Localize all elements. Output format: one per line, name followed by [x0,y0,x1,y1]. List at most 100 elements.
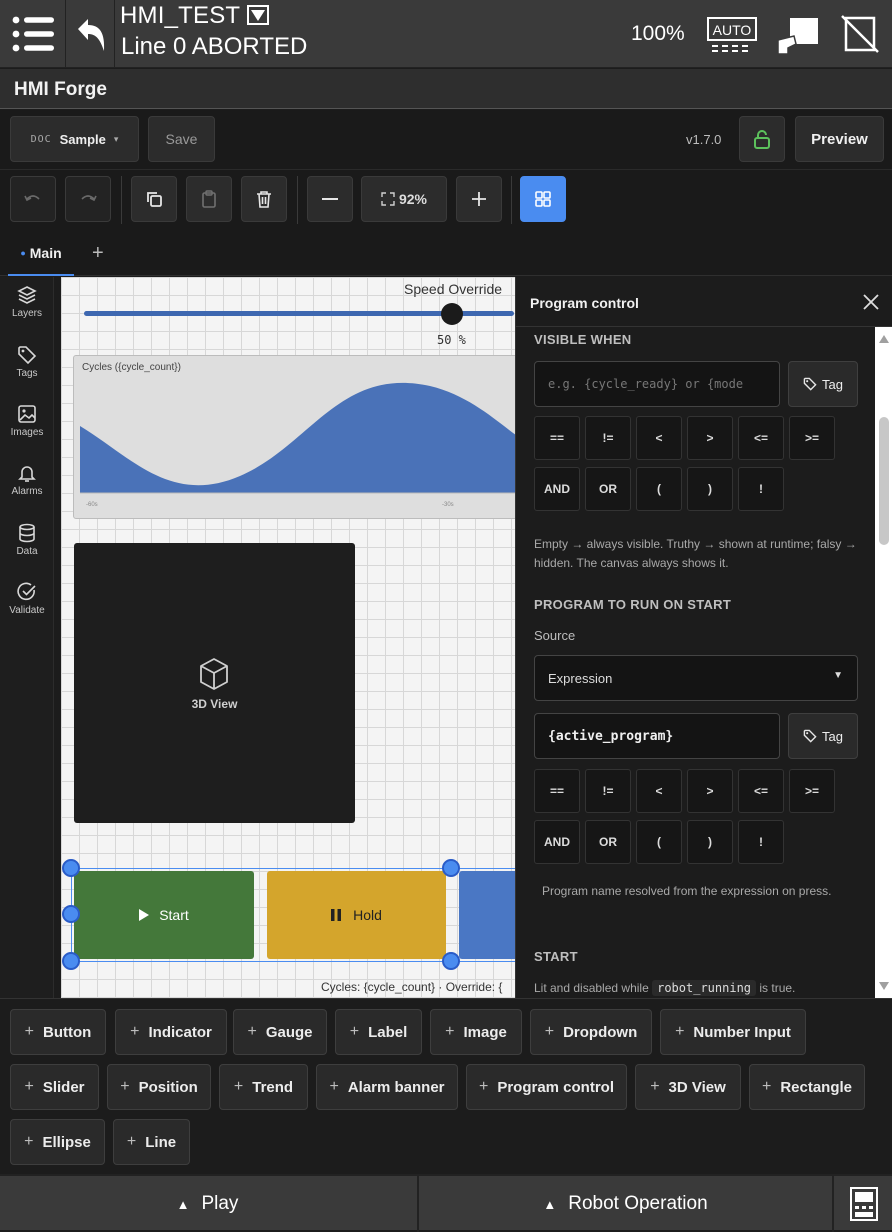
sidebar-item-data[interactable]: Data [0,515,54,571]
add-trend-component[interactable]: + Trend [219,1064,308,1110]
source-select[interactable]: Expression ▼ [534,655,858,701]
add-tab-button[interactable]: + [92,242,104,265]
add-alarm-banner-component[interactable]: + Alarm banner [316,1064,458,1110]
sidebar-item-validate[interactable]: Validate [0,574,54,630]
resize-handle[interactable] [442,952,460,970]
speed-override-value[interactable]: 100% [631,22,685,46]
tag-icon [803,729,817,743]
teach-pendant-icon[interactable] [774,14,820,58]
panel-scrollbar[interactable] [875,327,892,998]
lock-button[interactable] [739,116,785,162]
sidebar-item-images[interactable]: Images [0,396,54,452]
tag-button[interactable]: Tag [788,361,858,407]
operator-button[interactable]: != [585,769,631,813]
scroll-up-icon[interactable] [879,335,889,343]
add-dropdown-component[interactable]: + Dropdown [530,1009,652,1055]
operator-button[interactable]: > [687,416,733,460]
palette-item-label: Dropdown [563,1023,638,1041]
operator-button[interactable]: AND [534,467,580,511]
visible-help-text: Empty → always visible. Truthy → shown a… [534,537,857,570]
plus-icon: + [247,1023,257,1040]
add-3d-view-component[interactable]: +3D View [635,1064,741,1110]
program-name-dropdown[interactable]: HMI_TEST [120,2,269,30]
save-button[interactable]: Save [148,116,215,162]
back-button[interactable] [67,0,115,68]
section-title: PROGRAM TO RUN ON START [534,597,732,612]
operator-button[interactable]: > [687,769,733,813]
slider-thumb[interactable] [441,303,463,325]
document-select[interactable]: DOC Sample ▾ [10,116,139,162]
add-ellipse-component[interactable]: + Ellipse [10,1119,105,1165]
add-label-component[interactable]: + Label [335,1009,422,1055]
3d-view-widget[interactable]: 3D View [74,543,355,823]
robot-operation-button[interactable]: ▲ Robot Operation [417,1176,834,1232]
tag-button[interactable]: Tag [788,713,858,759]
trend-widget[interactable]: Cycles ({cycle_count}) -60s -30s [73,355,515,519]
add-number-input-component[interactable]: + Number Input [660,1009,806,1055]
operator-button[interactable]: == [534,416,580,460]
operator-button[interactable]: == [534,769,580,813]
add-button-component[interactable]: + Button [10,1009,106,1055]
resize-handle[interactable] [442,859,460,877]
sidebar-item-label: Images [10,427,44,438]
plus-icon: + [650,1078,660,1095]
operator-button[interactable]: ( [636,820,682,864]
operator-button[interactable]: AND [534,820,580,864]
grid-toggle-button[interactable] [520,176,566,222]
fit-screen-icon [381,192,395,206]
resize-handle[interactable] [62,905,80,923]
add-position-component[interactable]: + Position [107,1064,211,1110]
add-indicator-component[interactable]: + Indicator [115,1009,227,1055]
add-line-component[interactable]: + Line [113,1119,190,1165]
operator-button[interactable]: < [636,769,682,813]
sidebar-item-tags[interactable]: Tags [0,337,54,393]
close-icon[interactable] [862,293,880,311]
redo-button[interactable] [65,176,111,222]
resize-handle[interactable] [62,859,80,877]
pendant-button[interactable] [836,1176,892,1232]
scrollbar-thumb[interactable] [879,417,889,545]
operator-button[interactable]: ( [636,467,682,511]
delete-button[interactable] [241,176,287,222]
menu-button[interactable] [0,0,66,68]
operator-button[interactable]: < [636,416,682,460]
add-slider-component[interactable]: + Slider [10,1064,99,1110]
operator-button[interactable]: >= [789,416,835,460]
operator-button[interactable]: <= [738,769,784,813]
operator-button[interactable]: <= [738,416,784,460]
plus-icon: + [24,1133,34,1150]
operator-button[interactable]: ! [738,467,784,511]
operator-button[interactable]: >= [789,769,835,813]
no-signal-icon[interactable] [840,14,880,54]
expression-input[interactable]: {active_program} [534,713,780,759]
operator-button[interactable]: != [585,416,631,460]
design-canvas[interactable]: Speed Override 50 % Cycles ({cycle_count… [61,277,515,998]
undo-button[interactable] [10,176,56,222]
visible-when-input[interactable]: e.g. {cycle_ready} or {mode [534,361,780,407]
play-button[interactable]: ▲ Play [0,1176,415,1232]
scroll-down-icon[interactable] [879,982,889,990]
left-sidebar: Layers Tags Images Alarms Data Validate [0,277,54,998]
operator-button[interactable]: ) [687,467,733,511]
preview-button[interactable]: Preview [795,116,884,162]
operator-button[interactable]: ! [738,820,784,864]
operator-button[interactable]: OR [585,467,631,511]
operator-button[interactable]: ) [687,820,733,864]
tab-main[interactable]: ● Main [8,232,74,276]
resize-handle[interactable] [62,952,80,970]
add-rectangle-component[interactable]: + Rectangle [749,1064,865,1110]
sidebar-item-layers[interactable]: Layers [0,277,54,333]
add-program-control-component[interactable]: + Program control [466,1064,627,1110]
paste-button[interactable] [186,176,232,222]
copy-button[interactable] [131,176,177,222]
add-image-component[interactable]: + Image [430,1009,522,1055]
sidebar-item-alarms[interactable]: Alarms [0,455,54,511]
zoom-fit-button[interactable]: 92% [361,176,447,222]
add-gauge-component[interactable]: + Gauge [233,1009,327,1055]
redo-icon [81,195,97,202]
zoom-out-button[interactable] [307,176,353,222]
tag-icon [803,377,817,391]
operator-button[interactable]: OR [585,820,631,864]
auto-mode-icon[interactable]: AUTO [706,14,758,54]
zoom-in-button[interactable] [456,176,502,222]
